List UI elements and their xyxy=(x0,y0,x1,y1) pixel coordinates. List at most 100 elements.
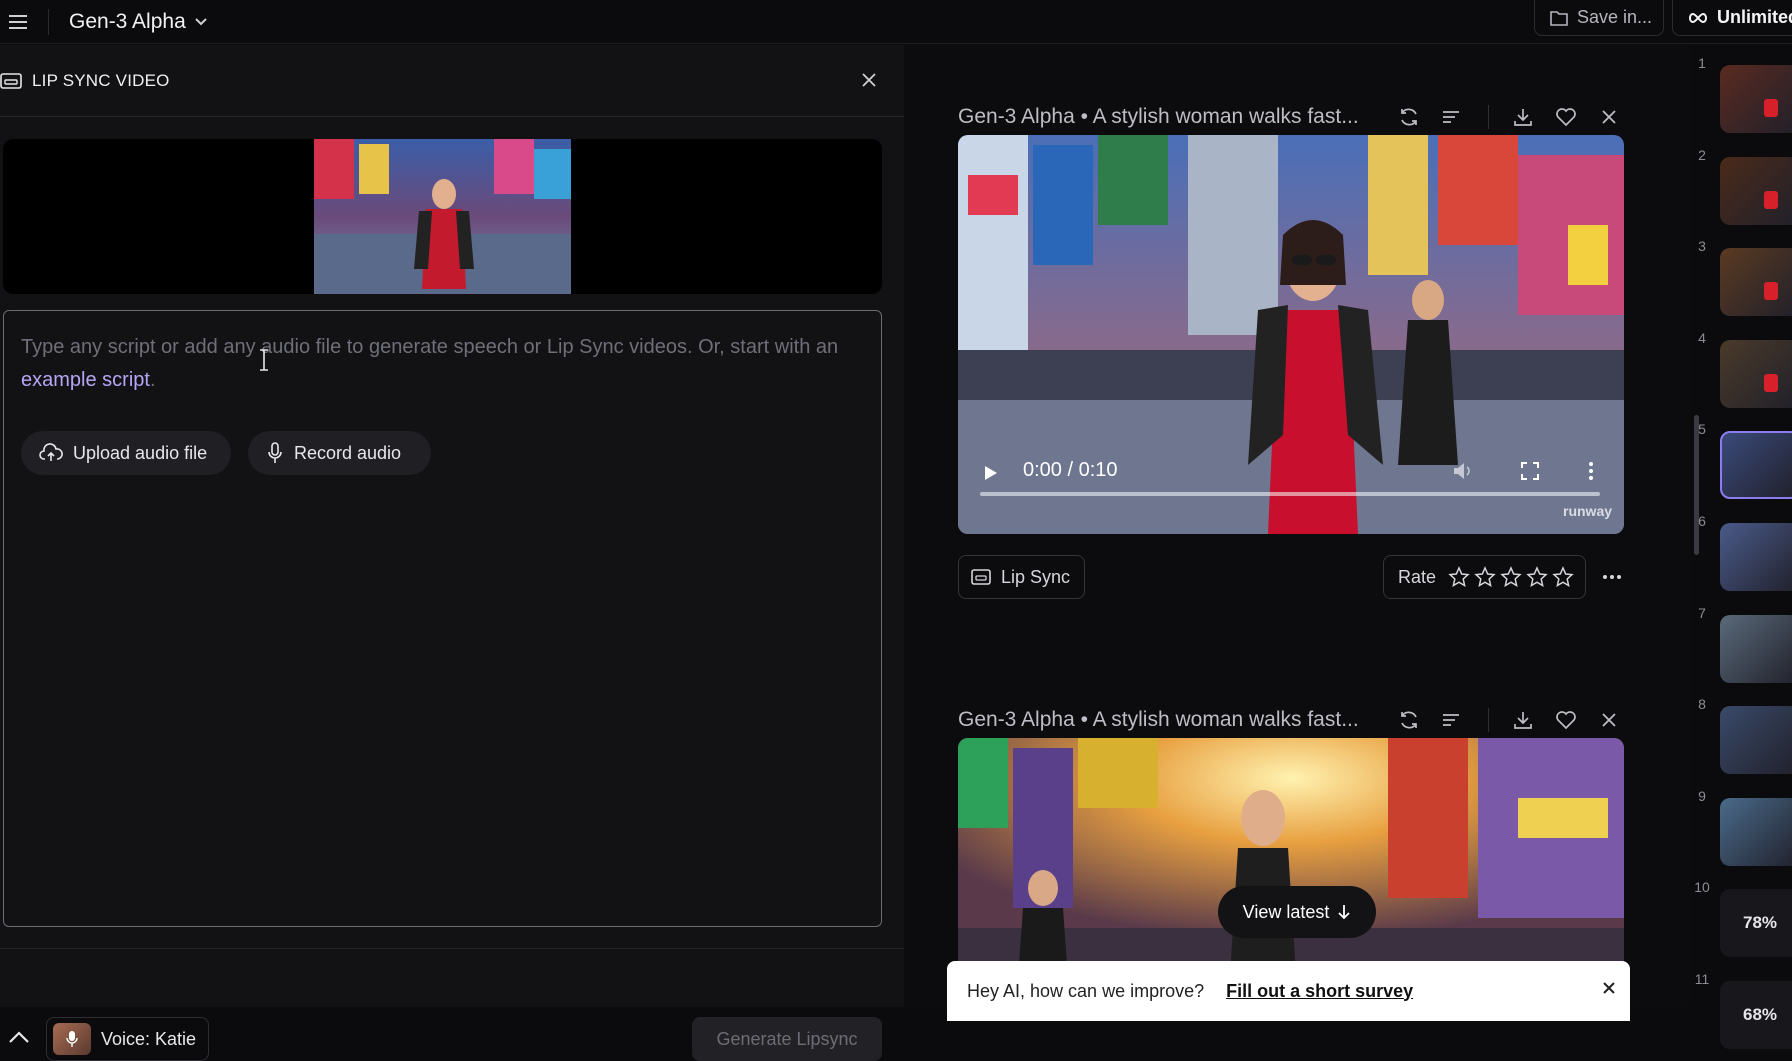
upload-audio-button[interactable]: Upload audio file xyxy=(21,431,231,475)
model-name: Gen-3 Alpha xyxy=(69,9,186,33)
rail-item-number: 1 xyxy=(1698,55,1706,71)
details-icon[interactable] xyxy=(1438,707,1464,733)
video-progress-bar[interactable] xyxy=(980,492,1600,496)
rating-stars xyxy=(1448,566,1574,588)
panel-title: LIP SYNC VIDEO xyxy=(32,70,170,90)
rail-item[interactable]: 10 78% xyxy=(1690,877,1792,958)
view-latest-button[interactable]: View latest xyxy=(1218,886,1376,938)
lip-sync-icon xyxy=(971,569,991,585)
model-selector[interactable]: Gen-3 Alpha xyxy=(69,10,208,34)
rail-item-number: 2 xyxy=(1698,146,1706,163)
arrow-down-icon xyxy=(1338,905,1350,920)
video-preview xyxy=(3,139,882,294)
fullscreen-icon[interactable] xyxy=(1521,462,1539,480)
script-placeholder: Type any script or add any audio file to… xyxy=(21,331,851,397)
survey-banner: Hey AI, how can we improve? Fill out a s… xyxy=(947,961,1630,1021)
rail-item[interactable]: 6 xyxy=(1690,511,1792,591)
rail-thumbnail xyxy=(1720,431,1792,500)
download-icon[interactable] xyxy=(1510,104,1536,130)
rail-thumbnail xyxy=(1720,339,1792,408)
rail-item-number: 3 xyxy=(1698,238,1706,255)
example-script-link[interactable]: example script xyxy=(21,369,150,391)
rail-item[interactable]: 11 68% xyxy=(1690,969,1792,1049)
rail-item-number: 5 xyxy=(1698,421,1706,438)
close-icon[interactable] xyxy=(1596,104,1622,130)
rail-progress: 78% xyxy=(1720,889,1792,958)
cloud-upload-icon xyxy=(39,443,63,461)
star-icon[interactable] xyxy=(1474,566,1496,588)
generation-header: Gen-3 Alpha • A stylish woman walks fast… xyxy=(958,97,1638,137)
generate-label: Generate Lipsync xyxy=(716,1028,858,1049)
record-label: Record audio xyxy=(294,442,402,463)
rail-progress: 68% xyxy=(1720,981,1792,1049)
generation-header: Gen-3 Alpha • A stylish woman walks fast… xyxy=(958,700,1638,740)
rail-thumbnail xyxy=(1720,706,1792,775)
rail-item-number: 9 xyxy=(1698,787,1706,804)
menu-icon[interactable] xyxy=(0,7,36,37)
lip-sync-panel: LIP SYNC VIDEO Type any script or add an… xyxy=(0,45,904,1061)
rail-item[interactable]: 5 xyxy=(1690,419,1792,500)
volume-icon[interactable] xyxy=(1452,461,1474,481)
rail-item-number: 7 xyxy=(1698,604,1706,621)
star-icon[interactable] xyxy=(1526,566,1548,588)
rating-widget: Rate xyxy=(1383,555,1586,599)
save-label: Save in... xyxy=(1577,7,1653,27)
rail-item-number: 4 xyxy=(1698,329,1706,346)
rail-item[interactable]: 4 xyxy=(1690,328,1792,408)
placeholder-end: . xyxy=(149,369,156,391)
details-icon[interactable] xyxy=(1438,104,1464,130)
header-separator xyxy=(1488,708,1489,732)
generation-rail: 1 2 3 4 5 6 7 8 9 10 78% 11 68% xyxy=(1690,45,1792,1049)
play-icon[interactable] xyxy=(984,465,998,481)
rail-item[interactable]: 8 xyxy=(1690,694,1792,775)
more-options-icon[interactable] xyxy=(1599,565,1625,589)
lip-sync-button[interactable]: Lip Sync xyxy=(958,555,1085,599)
regenerate-icon[interactable] xyxy=(1396,104,1422,130)
download-icon[interactable] xyxy=(1510,707,1536,733)
microphone-icon xyxy=(268,442,282,463)
survey-link[interactable]: Fill out a short survey xyxy=(1226,981,1413,1002)
star-icon[interactable] xyxy=(1500,566,1522,588)
lip-sync-icon xyxy=(0,72,22,89)
rail-thumbnail xyxy=(1720,614,1792,683)
rail-thumbnail xyxy=(1720,65,1792,133)
placeholder-text: Type any script or add any audio file to… xyxy=(21,336,839,358)
text-cursor-icon xyxy=(260,349,268,371)
save-in-button[interactable]: Save in... xyxy=(1534,0,1664,36)
star-icon[interactable] xyxy=(1552,566,1574,588)
kebab-menu-icon[interactable] xyxy=(1588,461,1594,481)
survey-text: Hey AI, how can we improve? xyxy=(967,980,1205,1001)
rail-thumbnail xyxy=(1720,156,1792,225)
close-icon xyxy=(1603,982,1615,994)
folder-icon xyxy=(1550,10,1568,26)
video-controls: 0:00 / 0:10 runway xyxy=(958,135,1624,534)
voice-selector[interactable]: Voice: Katie xyxy=(46,1017,209,1061)
rail-item-number: 10 xyxy=(1694,879,1710,896)
runway-watermark: runway xyxy=(1563,503,1613,519)
rail-item[interactable]: 9 xyxy=(1690,786,1792,866)
rail-item-number: 11 xyxy=(1694,971,1710,987)
rail-item[interactable]: 2 xyxy=(1690,145,1792,225)
plan-label: Unlimited xyxy=(1717,7,1792,27)
generate-lipsync-button[interactable]: Generate Lipsync xyxy=(692,1017,882,1061)
rail-item-number: 6 xyxy=(1698,513,1706,529)
heart-icon[interactable] xyxy=(1553,707,1579,733)
close-panel-button[interactable] xyxy=(856,67,882,93)
rail-item[interactable]: 7 xyxy=(1690,603,1792,683)
rail-thumbnail xyxy=(1720,797,1792,866)
script-input-area[interactable]: Type any script or add any audio file to… xyxy=(3,310,882,927)
unlimited-plan-button[interactable]: Unlimited xyxy=(1672,0,1792,36)
topbar-divider xyxy=(48,8,49,35)
voice-avatar xyxy=(53,1023,91,1055)
heart-icon[interactable] xyxy=(1553,104,1579,130)
rail-item[interactable]: 1 xyxy=(1690,53,1792,133)
chevron-up-icon[interactable] xyxy=(8,1030,30,1049)
video-player[interactable]: 0:00 / 0:10 runway xyxy=(958,135,1624,534)
rail-item-number: 8 xyxy=(1698,696,1706,713)
star-icon[interactable] xyxy=(1448,566,1470,588)
regenerate-icon[interactable] xyxy=(1396,707,1422,733)
rail-item[interactable]: 3 xyxy=(1690,236,1792,317)
close-survey-button[interactable] xyxy=(1602,979,1616,1000)
close-icon[interactable] xyxy=(1596,707,1622,733)
record-audio-button[interactable]: Record audio xyxy=(248,431,431,475)
